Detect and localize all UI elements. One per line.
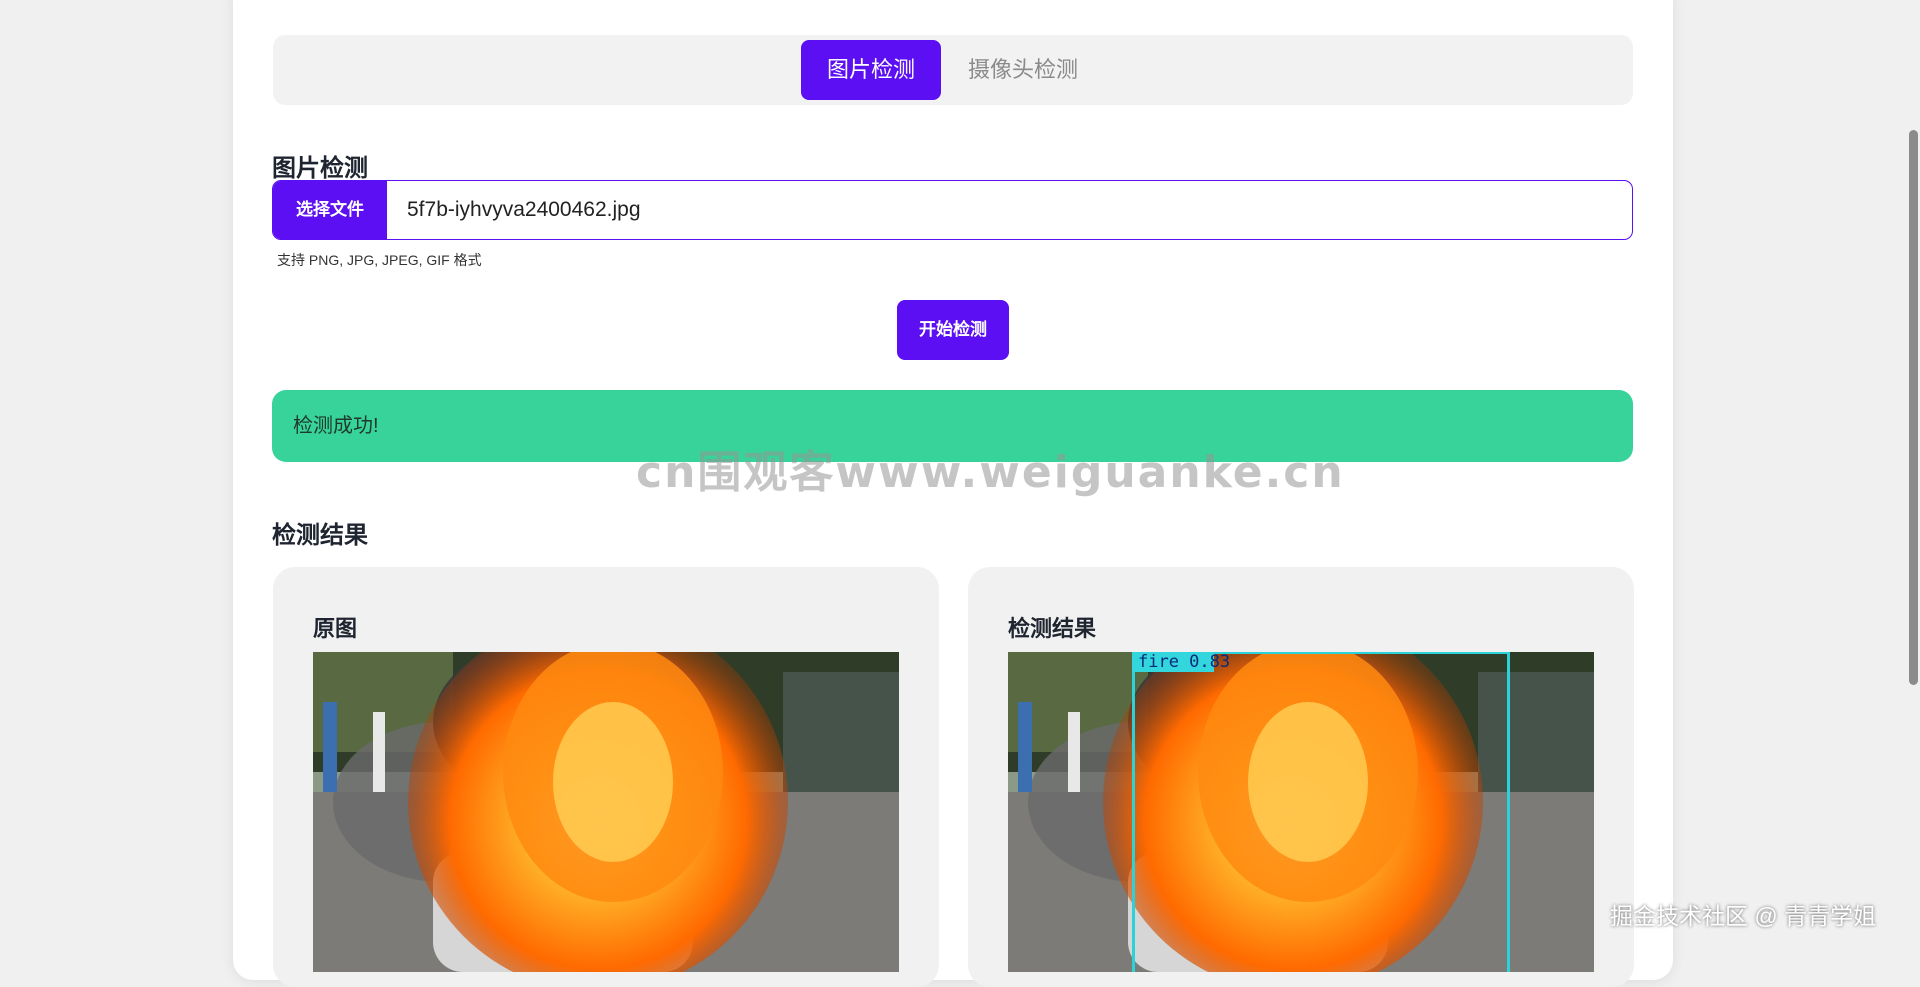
success-message: 检测成功! [293, 415, 379, 437]
file-input[interactable]: 选择文件 5f7b-iyhvyva2400462.jpg [272, 180, 1633, 240]
results-section-title: 检测结果 [272, 522, 368, 549]
footer-credit: 掘金技术社区 @ 青青学姐 [1610, 903, 1877, 929]
original-image-panel: 原图 [273, 567, 939, 987]
detection-label: fire 0.83 [1138, 652, 1231, 672]
original-image-title: 原图 [313, 616, 358, 641]
watermark: cn围观客www.weiguanke.cn [636, 447, 1345, 498]
tab-camera-detection[interactable]: 摄像头检测 [953, 40, 1093, 100]
detection-result-image: fire 0.83 [1008, 652, 1594, 972]
selected-file-name: 5f7b-iyhvyva2400462.jpg [407, 198, 641, 221]
original-image [313, 652, 899, 972]
detection-result-title: 检测结果 [1008, 616, 1097, 641]
tab-image-detection[interactable]: 图片检测 [801, 40, 941, 100]
choose-file-button[interactable]: 选择文件 [273, 181, 387, 239]
page-scrollbar[interactable] [1909, 130, 1918, 685]
format-hint: 支持 PNG, JPG, JPEG, GIF 格式 [277, 252, 482, 268]
upload-section-title: 图片检测 [272, 155, 368, 182]
fire-bounding-box [1132, 652, 1510, 972]
detection-result-panel: 检测结果 fire 0.83 [968, 567, 1634, 987]
start-detection-button[interactable]: 开始检测 [897, 300, 1009, 360]
mode-tabs: 图片检测 摄像头检测 [273, 35, 1633, 105]
